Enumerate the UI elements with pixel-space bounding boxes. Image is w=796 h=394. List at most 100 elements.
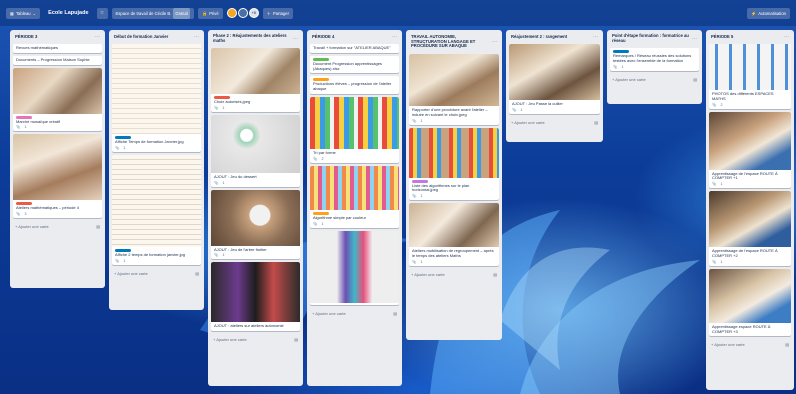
list-card[interactable]: Liste des algorithmes sur le plan horizo… (409, 127, 499, 201)
template-icon[interactable]: ▤ (493, 272, 497, 277)
star-icon[interactable]: ☆ (96, 7, 108, 19)
card-cover-image (409, 127, 499, 178)
lock-icon: 🔒 (201, 10, 208, 16)
list-card[interactable]: Apprentissage de l'espace ROUTE À COMPTE… (709, 111, 791, 189)
add-card-label: Ajouter une carte (414, 271, 445, 277)
add-card-button[interactable]: + Ajouter une carte ▤ (409, 270, 499, 279)
template-icon[interactable]: ▤ (294, 337, 298, 342)
board-view-switcher[interactable]: ▦ Tableau ⌄ (6, 7, 41, 19)
list-header[interactable]: PÉRIODE 5 ⋯ (709, 33, 791, 41)
add-card-button[interactable]: + Ajouter une carte ▤ (112, 269, 201, 278)
attachment-count: 1 (420, 118, 423, 123)
list-card[interactable]: Ateliers mathématiques – période 4 📎 3 (13, 134, 102, 219)
list-header[interactable]: Réajustement 2 : rangement ⋯ (509, 33, 600, 41)
more-options-icon[interactable]: ⋯ (492, 39, 497, 45)
attachment-icon: 📎 (613, 64, 618, 69)
list-card[interactable]: Revues mathématiques (13, 44, 102, 53)
list-card[interactable]: Rapporter d'une procédure avant l'atelie… (409, 54, 499, 125)
list-card[interactable]: Affiche Temps de formation Janvier.jpg 📎… (112, 44, 201, 152)
list-card[interactable]: Marché mosaïque créatif 📎 1 (13, 67, 102, 132)
visibility-button[interactable]: 🔒 Privé (197, 7, 223, 19)
add-card-button[interactable]: + Ajouter une carte ▤ (509, 118, 600, 127)
card-title: Affiche 2 temps de formation janvier.jpg (115, 251, 185, 257)
list-card[interactable]: Algorithme simple par couleur 📎 1 (310, 165, 399, 228)
member-avatars[interactable]: +8 (226, 8, 259, 18)
avatar[interactable] (237, 8, 248, 18)
template-icon[interactable]: ▤ (96, 224, 100, 229)
template-icon[interactable]: ▤ (693, 77, 697, 82)
list-debut-formation: Début de formation Janvier ⋯ Affiche Tem… (109, 30, 204, 310)
list-header[interactable]: TRAVAIL AUTONOMIE, STRUCTURATION LANGAGE… (409, 33, 499, 51)
attachment-icon: 📎 (412, 259, 417, 264)
more-options-icon[interactable]: ⋯ (95, 34, 100, 40)
list-card[interactable]: AJOUT : Jeu Passe la cuiller 📎 1 (509, 44, 600, 114)
add-card-button[interactable]: + Ajouter une carte ▤ (13, 222, 102, 231)
list-header[interactable]: PÉRIODE 3 ⋯ (13, 33, 102, 41)
attachment-count: 1 (520, 107, 523, 112)
list-card[interactable]: AJOUT : Jeu de l'arbre fruitier 📎 1 (211, 189, 300, 260)
list-card[interactable]: Ateliers mobilisation de regroupement – … (409, 203, 499, 266)
card-title: PHOTOS des différents ESPACES MATHS (712, 91, 774, 101)
card-title: Tri par forme (313, 149, 336, 155)
list-title[interactable]: Point d'étape formation : formatrice au … (612, 34, 692, 43)
card-title: Affiche Temps de formation Janvier.jpg (115, 139, 184, 144)
list-title[interactable]: Phase 2 : Réajustements des ateliers mat… (213, 34, 293, 43)
list-title[interactable]: PÉRIODE 5 (711, 34, 733, 40)
more-options-icon[interactable]: ⋯ (293, 36, 298, 42)
list-card[interactable]: Choix autorisés.jpeg 📎 1 (211, 48, 300, 112)
template-icon[interactable]: ▤ (594, 120, 598, 125)
card-cover-image (211, 48, 300, 94)
list-card[interactable]: PHOTOS des différents ESPACES MATHS 📎 2 (709, 44, 791, 109)
more-options-icon[interactable]: ⋯ (194, 34, 199, 40)
list-card[interactable]: AJOUT : Jeu du dessert 📎 1 (211, 114, 300, 187)
attachment-count: 1 (222, 253, 225, 258)
workspace-button[interactable]: Espace de travail de Cécile B. Gratuit (111, 7, 194, 19)
add-card-button[interactable]: + Ajouter une carte ▤ (211, 335, 300, 344)
template-icon[interactable]: ▤ (195, 271, 199, 276)
list-card[interactable]: Remarques / Réseau réussies des solution… (610, 48, 699, 71)
add-card-button[interactable]: + Ajouter une carte ▤ (310, 309, 399, 318)
more-options-icon[interactable]: ⋯ (593, 34, 598, 40)
automation-button[interactable]: ⚡ Automatisation (747, 7, 790, 19)
list-reajustement-2: Réajustement 2 : rangement ⋯ AJOUT : Jeu… (506, 30, 603, 142)
list-header[interactable]: Début de formation Janvier ⋯ (112, 33, 201, 41)
add-card-button[interactable]: + Ajouter une carte ▤ (709, 340, 791, 349)
list-title[interactable]: Réajustement 2 : rangement (511, 34, 567, 40)
attachment-count: 1 (222, 105, 225, 110)
list-card[interactable] (310, 230, 399, 305)
template-icon[interactable]: ▤ (393, 311, 397, 316)
list-title[interactable]: PÉRIODE 3 (15, 34, 37, 40)
list-card[interactable]: Productions élèves – progression de l'at… (310, 76, 399, 94)
workspace-badge: Gratuit (173, 7, 190, 19)
share-button[interactable]: ＋ Partager (262, 7, 293, 19)
list-card[interactable]: Documents – Progression Maison Sophie (13, 55, 102, 65)
more-options-icon[interactable]: ⋯ (692, 36, 697, 42)
list-title[interactable]: TRAVAIL AUTONOMIE, STRUCTURATION LANGAGE… (411, 34, 492, 49)
list-card[interactable]: Tri par forme 📎 2 (310, 96, 399, 163)
more-options-icon[interactable]: ⋯ (392, 34, 397, 40)
card-cover-image (509, 44, 600, 100)
avatar[interactable] (226, 8, 237, 18)
list-card[interactable]: Document Progression apprentissages (Aba… (310, 55, 399, 74)
list-card[interactable]: AJOUT : ateliers sur ateliers autonomie (211, 262, 300, 332)
card-cover-image (211, 114, 300, 173)
card-cover-image (13, 67, 102, 114)
list-card[interactable]: Travail + formation sur "ATELIER ABAQUE" (310, 44, 399, 53)
list-header[interactable]: Point d'étape formation : formatrice au … (610, 33, 699, 45)
list-header[interactable]: Phase 2 : Réajustements des ateliers mat… (211, 33, 300, 45)
add-card-label: Ajouter une carte (315, 310, 346, 316)
attachment-icon: 📎 (214, 180, 219, 185)
list-card[interactable]: Affiche 2 temps de formation janvier.jpg… (112, 154, 201, 265)
list-title[interactable]: PÉRIODE 4 (312, 34, 334, 40)
list-card[interactable]: Apprentissage espace ROUTE À COMPTER +3 (709, 268, 791, 337)
template-icon[interactable]: ▤ (785, 342, 789, 347)
list-card[interactable]: Apprentissage de l'espace ROUTE À COMPTE… (709, 191, 791, 266)
add-card-button[interactable]: + Ajouter une carte ▤ (610, 75, 699, 84)
member-count-badge[interactable]: +8 (248, 8, 259, 18)
more-options-icon[interactable]: ⋯ (784, 34, 789, 40)
list-header[interactable]: PÉRIODE 4 ⋯ (310, 33, 399, 41)
board-title[interactable]: Ecole Lapujade (44, 10, 92, 16)
list-title[interactable]: Début de formation Janvier (114, 34, 168, 40)
card-title: Travail + formation sur "ATELIER ABAQUE" (313, 45, 391, 50)
card-title: Remarques / Réseau réussies des solution… (613, 53, 692, 63)
